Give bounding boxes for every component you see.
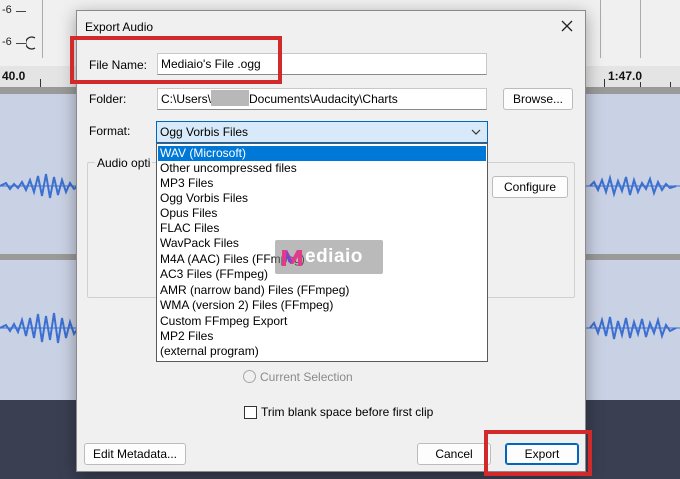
format-label: Format:	[89, 124, 131, 138]
format-option[interactable]: Custom FFmpeg Export	[158, 314, 486, 329]
cancel-button[interactable]: Cancel	[417, 443, 491, 465]
configure-button[interactable]: Configure	[492, 176, 568, 198]
format-select[interactable]: Ogg Vorbis Files	[156, 121, 488, 143]
export-highlight-box	[484, 430, 592, 476]
current-selection-label: Current Selection	[260, 370, 353, 384]
format-option[interactable]: MP2 Files	[158, 329, 486, 344]
folder-path-start: C:\Users\	[161, 92, 212, 106]
trim-label: Trim blank space before first clip	[261, 405, 434, 419]
folder-path-end: Documents\Audacity\Charts	[249, 92, 398, 106]
ruler-time-label: 1:47.0	[608, 69, 643, 83]
redacted-username	[211, 90, 250, 106]
dialog-title: Export Audio	[85, 20, 154, 34]
meter-bracket-icon	[26, 36, 36, 50]
format-option[interactable]: (external program)	[158, 344, 486, 359]
toolbar-divider	[640, 0, 641, 58]
watermark: ediaio	[275, 240, 383, 274]
format-option[interactable]: Opus Files	[158, 206, 486, 221]
ruler-time-label: 40.0	[2, 69, 26, 83]
chevron-down-icon	[470, 122, 482, 142]
format-option[interactable]: Ogg Vorbis Files	[158, 191, 486, 206]
toolbar-divider	[42, 0, 43, 58]
format-option[interactable]: MP3 Files	[158, 176, 486, 191]
current-selection-radio[interactable]	[243, 370, 256, 383]
file-name-highlight-box	[70, 36, 282, 84]
ruler-tick	[40, 79, 41, 87]
format-option[interactable]: WAV (Microsoft)	[158, 146, 486, 161]
edit-metadata-button[interactable]: Edit Metadata...	[84, 443, 186, 465]
trim-checkbox[interactable]	[244, 406, 257, 419]
format-option[interactable]: Other uncompressed files	[158, 161, 486, 176]
db-tick	[16, 43, 26, 44]
mediaio-logo-icon	[279, 244, 305, 270]
toolbar-divider	[600, 0, 601, 58]
browse-button[interactable]: Browse...	[503, 88, 573, 110]
format-option[interactable]: WMA (version 2) Files (FFmpeg)	[158, 298, 486, 313]
format-option[interactable]: AMR (narrow band) Files (FFmpeg)	[158, 283, 486, 298]
folder-input[interactable]: C:\Users\ Documents\Audacity\Charts	[157, 88, 487, 110]
ruler-tick	[604, 79, 605, 87]
close-icon	[561, 20, 573, 32]
format-option[interactable]: FLAC Files	[158, 221, 486, 236]
audio-options-title: Audio opti	[95, 156, 153, 170]
db-label: -6	[2, 4, 12, 16]
folder-label: Folder:	[89, 92, 127, 106]
ruler-tick	[640, 82, 641, 87]
db-tick	[16, 11, 26, 12]
ruler-tick	[670, 82, 671, 87]
db-label: -6	[2, 36, 12, 48]
close-button[interactable]	[557, 16, 577, 36]
watermark-text: ediaio	[305, 246, 363, 267]
format-selected-value: Ogg Vorbis Files	[160, 125, 249, 139]
